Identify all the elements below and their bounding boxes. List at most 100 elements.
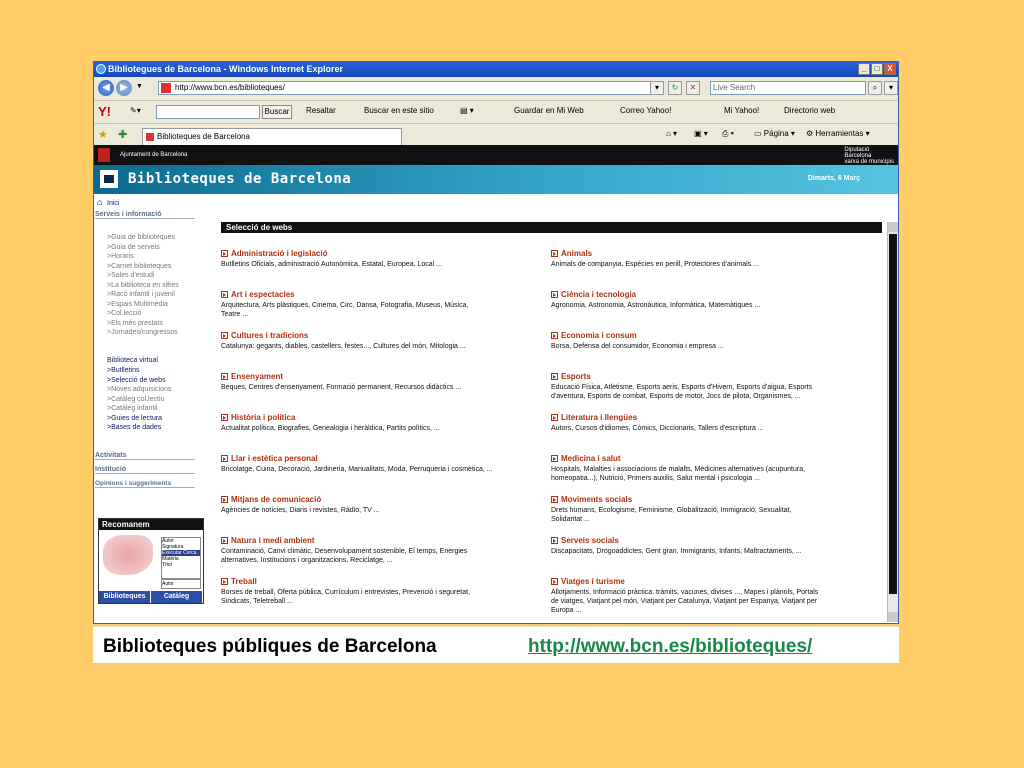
yahoo-search-button[interactable]: Buscar	[262, 105, 292, 119]
recomanem-select[interactable]: Autor	[161, 579, 201, 589]
back-icon[interactable]: ◀	[98, 80, 114, 96]
forward-icon[interactable]: ▶	[116, 80, 132, 96]
close-button[interactable]: X	[884, 63, 896, 75]
yahoo-item-correo[interactable]: Correo Yahoo!	[620, 106, 671, 115]
category-link[interactable]: Mitjans de comunicació	[221, 495, 543, 504]
sidebar-item[interactable]: >Col.lecció	[107, 309, 179, 319]
sidebar-item[interactable]: >Guia de serveis	[107, 243, 179, 253]
category-link[interactable]: Cultures i tradicions	[221, 331, 543, 340]
category-link[interactable]: Llar i estètica personal	[221, 454, 543, 463]
category-description: Allotjaments, Informació pràctica: tràmi…	[551, 589, 819, 596]
sidebar-item[interactable]: >La biblioteca en xifres	[107, 281, 179, 291]
refresh-icon[interactable]: ↻	[668, 81, 682, 95]
sidebar-heading-activitats[interactable]: Activitats	[95, 452, 195, 460]
scroll-thumb[interactable]	[889, 234, 897, 594]
sidebar-item-inici[interactable]: Inici	[107, 200, 119, 207]
category-description: alternatives, Institucions i organitzaci…	[221, 557, 393, 564]
sidebar-item[interactable]: >Els més prestats	[107, 319, 179, 329]
caption-link[interactable]: http://www.bcn.es/biblioteques/	[528, 636, 812, 658]
feeds-icon[interactable]: ▣ ▾	[694, 129, 708, 138]
arrow-icon	[221, 414, 228, 421]
page-icon	[146, 133, 154, 141]
scroll-up-icon[interactable]	[888, 222, 898, 232]
site-banner: Biblioteques de Barcelona Dimarts, 6 Mar…	[94, 165, 898, 194]
minimize-button[interactable]: _	[858, 63, 870, 75]
sidebar-heading-institucio[interactable]: Institució	[95, 466, 195, 474]
sidebar-item[interactable]: >Jornades/congressos	[107, 328, 179, 338]
stop-icon[interactable]: ✕	[686, 81, 700, 95]
sidebar-item[interactable]: >Sales d'estudi	[107, 271, 179, 281]
category-link[interactable]: Economia i consum	[551, 331, 873, 340]
category-link[interactable]: Art i espectacles	[221, 290, 543, 299]
sidebar-item[interactable]: >Guies de lectura	[107, 414, 171, 424]
yahoo-item-mi-yahoo[interactable]: Mi Yahoo!	[724, 106, 759, 115]
sidebar-item[interactable]: >Selecció de webs	[107, 376, 171, 386]
category-description: homeopatia...), Nutrició, Primers auxili…	[551, 475, 760, 482]
sidebar-item[interactable]: >Catàleg col.lectiu	[107, 395, 171, 405]
maximize-button[interactable]: □	[871, 63, 883, 75]
home-icon: ⌂	[97, 197, 103, 207]
category-link[interactable]: Moviments socials	[551, 495, 873, 504]
address-field[interactable]: http://www.bcn.es/biblioteques/	[158, 81, 662, 95]
yahoo-item-resaltar[interactable]: Resaltar	[306, 106, 336, 115]
category-link[interactable]: Història i política	[221, 413, 543, 422]
search-icon[interactable]: ⌕	[868, 81, 882, 95]
page-menu[interactable]: ▭ Página ▾	[754, 129, 795, 138]
tools-menu-label: Herramientas	[815, 129, 864, 138]
category-link[interactable]: Natura i medi ambient	[221, 536, 543, 545]
tools-menu[interactable]: ⚙ Herramientas ▾	[806, 129, 870, 138]
sidebar-item[interactable]: >Guia de biblioteques	[107, 233, 179, 243]
folder-icon[interactable]: ▤ ▾	[460, 106, 474, 115]
recomanem-list[interactable]: Autor Signatura Executar Cerca Matèria T…	[161, 537, 201, 579]
diputacio-logo[interactable]: Diputació Barcelona xarxa de municipis	[844, 147, 894, 165]
sidebar-heading-serveis[interactable]: Serveis i informació	[95, 211, 195, 219]
yahoo-item-buscar-sitio[interactable]: Buscar en este sitio	[364, 106, 434, 115]
arrow-icon	[551, 332, 558, 339]
yahoo-search-input[interactable]	[156, 105, 260, 119]
sidebar-item[interactable]: >Bases de dades	[107, 423, 171, 433]
category-link[interactable]: Medicina i salut	[551, 454, 873, 463]
category-link[interactable]: Literatura i llengües	[551, 413, 873, 422]
category-item: Història i política Actualitat política, …	[221, 413, 543, 433]
cataleg-button[interactable]: Catàleg	[151, 591, 203, 603]
favorites-star-icon[interactable]: ★	[98, 128, 108, 141]
category-link[interactable]: Serveis socials	[551, 536, 873, 545]
add-favorite-icon[interactable]: ✚	[118, 128, 127, 141]
sidebar-heading-opinions[interactable]: Opinions i suggeriments	[95, 480, 195, 488]
sidebar-item[interactable]: >Espais Multimèdia	[107, 300, 179, 310]
list-item[interactable]: Títol	[162, 562, 200, 568]
live-search-input[interactable]: Live Search	[710, 81, 866, 95]
category-link[interactable]: Viatges i turisme	[551, 577, 873, 586]
address-dropdown-icon[interactable]: ▾	[650, 81, 664, 95]
tab-biblioteques[interactable]: Biblioteques de Barcelona	[142, 128, 402, 146]
category-title: Moviments socials	[561, 495, 633, 504]
yahoo-item-guardar[interactable]: Guardar en Mi Web	[514, 106, 584, 115]
history-dropdown-icon[interactable]: ▼	[136, 83, 143, 90]
print-icon[interactable]: ⎙ ▾	[722, 129, 734, 139]
yahoo-item-directorio[interactable]: Directorio web	[784, 106, 835, 115]
category-link[interactable]: Treball	[221, 577, 543, 586]
category-link[interactable]: Ciència i tecnologia	[551, 290, 873, 299]
category-link[interactable]: Ensenyament	[221, 372, 543, 381]
ajuntament-bar: Ajuntament de Barcelona Diputació Barcel…	[94, 145, 898, 165]
search-options-icon[interactable]: ▾	[884, 81, 898, 95]
category-link[interactable]: Esports	[551, 372, 873, 381]
pencil-icon[interactable]: ✎▾	[130, 106, 141, 115]
scroll-down-icon[interactable]	[888, 612, 898, 622]
barcelona-map-image[interactable]	[103, 535, 153, 575]
sidebar-item[interactable]: >Catàleg infantil	[107, 404, 171, 414]
sidebar-item[interactable]: >Butlletins	[107, 366, 171, 376]
title-bar: Bibliotegues de Barcelona - Windows Inte…	[94, 62, 898, 77]
vertical-scrollbar[interactable]	[887, 222, 898, 622]
slide-caption: Biblioteques públiques de Barcelona http…	[93, 626, 899, 664]
sidebar-item[interactable]: >Noves adquisicions	[107, 385, 171, 395]
category-link[interactable]: Animals	[551, 249, 873, 258]
home-icon[interactable]: ⌂ ▾	[666, 129, 677, 138]
sidebar-item[interactable]: >Racó infantil i juvenil	[107, 290, 179, 300]
sidebar-item[interactable]: >Horaris	[107, 252, 179, 262]
category-link[interactable]: Administració i legislació	[221, 249, 543, 258]
biblioteques-button[interactable]: Biblioteques	[99, 591, 151, 603]
sidebar-heading-virtual[interactable]: Biblioteca virtual	[107, 357, 158, 364]
sidebar-item[interactable]: >Carnet biblioteques	[107, 262, 179, 272]
yahoo-logo-icon[interactable]: Y!	[98, 104, 111, 119]
